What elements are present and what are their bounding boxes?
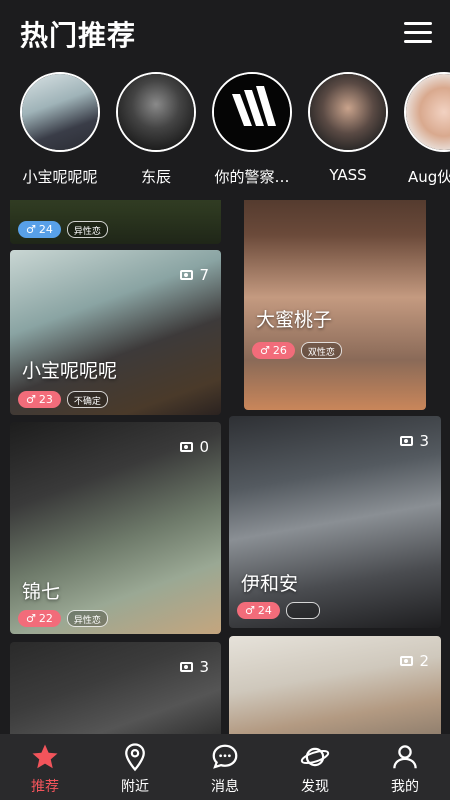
story-name: 你的警察…: [214, 168, 290, 186]
photo-count: 3: [180, 658, 209, 676]
avatar-image: [22, 74, 98, 150]
user-name: 伊和安: [241, 573, 299, 595]
tab-messages[interactable]: 消息: [180, 734, 270, 800]
hamburger-line: [404, 31, 432, 34]
star-icon: [32, 744, 58, 769]
tab-label: 推荐: [31, 779, 59, 795]
orientation-tag: 异性恋: [66, 610, 108, 627]
male-icon: ♂: [26, 223, 36, 236]
male-icon: ♂: [26, 612, 36, 625]
camera-icon: [180, 270, 194, 280]
photo-count-value: 3: [419, 432, 429, 450]
user-card[interactable]: 大蜜桃子 ♂ 26 双性恋: [244, 200, 426, 410]
story-name: Aug伙: [408, 168, 450, 186]
age-value: 24: [257, 604, 272, 617]
camera-icon: [180, 662, 194, 672]
orientation-tag: 不确定: [66, 391, 108, 408]
user-tags: ♂ 24: [237, 602, 320, 619]
user-tags: ♂ 26 双性恋: [252, 342, 342, 359]
user-card[interactable]: 2: [229, 636, 441, 735]
story-avatar-row[interactable]: 小宝呢呢呢 东辰 你的警察… YASS Aug伙: [0, 72, 450, 190]
user-icon: [393, 745, 417, 769]
app-header: 热门推荐: [0, 0, 450, 64]
user-tags: ♂ 22 异性恋: [18, 610, 108, 627]
age-value: 26: [272, 344, 287, 357]
age-value: 23: [38, 393, 53, 406]
photo-count-value: 2: [419, 652, 429, 670]
user-card[interactable]: ♂ 24 异性恋: [10, 200, 221, 244]
camera-icon: [400, 436, 414, 446]
age-value: 24: [38, 223, 53, 236]
camera-icon: [400, 656, 414, 666]
avatar[interactable]: [116, 72, 196, 152]
avatar[interactable]: [20, 72, 100, 152]
story-item[interactable]: 你的警察…: [202, 72, 302, 187]
tab-label: 我的: [391, 779, 419, 795]
hamburger-line: [404, 40, 432, 43]
tab-label: 消息: [211, 779, 239, 795]
age-badge: ♂ 24: [18, 221, 61, 238]
photo-count-value: 7: [199, 266, 209, 284]
tab-discover[interactable]: 发现: [270, 734, 360, 800]
tab-profile[interactable]: 我的: [360, 734, 450, 800]
age-badge: ♂ 24: [237, 602, 280, 619]
photo-count-value: 3: [199, 658, 209, 676]
avatar-image: [214, 74, 290, 150]
story-name: 东辰: [140, 168, 171, 186]
orientation-tag: [285, 602, 320, 619]
avatar-image: [118, 74, 194, 150]
hamburger-menu-icon: [404, 22, 432, 25]
chat-bubble-icon: [212, 744, 238, 769]
recommend-feed[interactable]: ♂ 24 异性恋 大蜜桃子 ♂ 26 双性恋 7 小宝呢呢呢 ♂ 23 不确定 0 锦…: [0, 200, 450, 735]
photo-count: 7: [180, 266, 209, 284]
age-badge: ♂ 26: [252, 342, 295, 359]
user-card[interactable]: 7 小宝呢呢呢 ♂ 23 不确定: [10, 250, 221, 415]
age-badge: ♂ 22: [18, 610, 61, 627]
bottom-tab-bar: 推荐 附近 消息 发现 我的: [0, 734, 450, 800]
avatar[interactable]: [212, 72, 292, 152]
tab-nearby[interactable]: 附近: [90, 734, 180, 800]
photo-count: 3: [400, 432, 429, 450]
planet-icon: [300, 747, 330, 767]
menu-button[interactable]: [404, 22, 432, 44]
user-name: 锦七: [22, 581, 61, 603]
orientation-tag: 异性恋: [66, 221, 108, 238]
photo-count: 0: [180, 438, 209, 456]
user-card[interactable]: 3 伊和安 ♂ 24: [229, 416, 441, 628]
user-card[interactable]: 3: [10, 642, 221, 735]
story-item[interactable]: 小宝呢呢呢: [10, 72, 110, 187]
tab-recommend[interactable]: 推荐: [0, 734, 90, 800]
tab-label: 附近: [121, 779, 149, 795]
story-name: YASS: [329, 166, 367, 184]
avatar-image: [310, 74, 386, 150]
photo-count-value: 0: [199, 438, 209, 456]
male-icon: ♂: [245, 604, 255, 617]
user-photo: [10, 642, 221, 735]
story-item[interactable]: Aug伙: [394, 72, 450, 187]
user-name: 小宝呢呢呢: [22, 360, 118, 382]
avatar-image: [406, 74, 450, 150]
user-card[interactable]: 0 锦七 ♂ 22 异性恋: [10, 422, 221, 634]
user-photo: [229, 636, 441, 735]
user-tags: ♂ 24 异性恋: [18, 221, 108, 238]
avatar[interactable]: [308, 72, 388, 152]
location-pin-icon: [125, 743, 145, 772]
tab-label: 发现: [301, 779, 329, 795]
male-icon: ♂: [260, 344, 270, 357]
story-item[interactable]: 东辰: [106, 72, 206, 187]
camera-icon: [180, 442, 194, 452]
photo-count: 2: [400, 652, 429, 670]
age-badge: ♂ 23: [18, 391, 61, 408]
male-icon: ♂: [26, 393, 36, 406]
age-value: 22: [38, 612, 53, 625]
story-item[interactable]: YASS: [298, 72, 398, 184]
page-title: 热门推荐: [20, 19, 137, 52]
user-name: 大蜜桃子: [256, 309, 333, 331]
user-tags: ♂ 23 不确定: [18, 391, 108, 408]
story-name: 小宝呢呢呢: [22, 168, 98, 186]
stripes-logo-icon: [232, 86, 276, 126]
orientation-tag: 双性恋: [300, 342, 342, 359]
avatar[interactable]: [404, 72, 450, 152]
